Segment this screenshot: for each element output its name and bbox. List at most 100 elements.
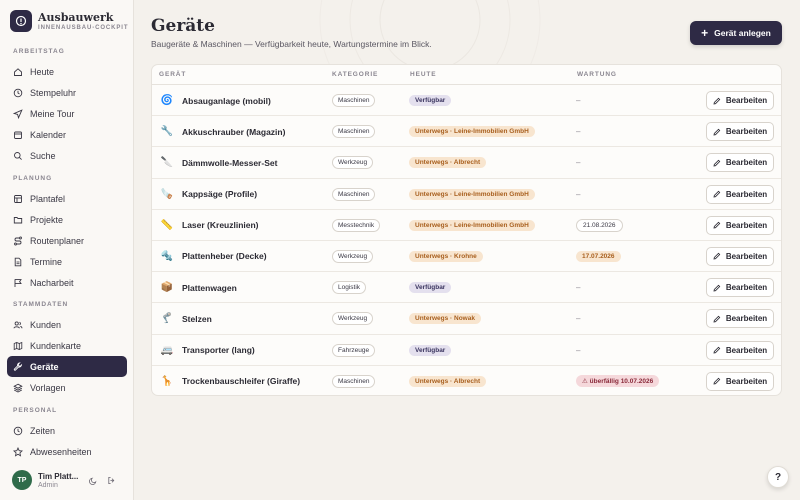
edit-button-label: Bearbeiten	[725, 189, 768, 199]
nav-section-personal: PERSONAL Zeiten Abwesenheiten	[0, 405, 134, 462]
table-row[interactable]: 🔧 Akkuschrauber (Magazin) Maschinen Unte…	[152, 116, 781, 148]
folder-icon	[13, 216, 23, 223]
table-row[interactable]: 📦 Plattenwagen Logistik Verfügbar – Bear…	[152, 272, 781, 304]
maintenance-value: –	[576, 189, 581, 199]
edit-button[interactable]: Bearbeiten	[706, 371, 774, 391]
sidebar-item-kundenkarte[interactable]: Kundenkarte	[7, 335, 127, 356]
edit-button[interactable]: Bearbeiten	[706, 340, 774, 360]
sidebar-item-stempeluhr[interactable]: Stempeluhr	[7, 82, 127, 103]
add-device-button[interactable]: + Gerät anlegen	[690, 21, 782, 45]
category-badge: Messtechnik	[332, 218, 381, 232]
board-icon	[14, 194, 22, 203]
device-icon: 🔪	[160, 157, 174, 169]
device-name: Plattenheber (Decke)	[182, 251, 267, 262]
edit-button[interactable]: Bearbeiten	[706, 246, 774, 266]
layers-icon	[13, 383, 23, 393]
star-icon	[13, 446, 23, 457]
devices-table: GERÄT KATEGORIE HEUTE WARTUNG 🌀 Absaugan…	[151, 64, 782, 396]
status-badge: Unterwegs · Leine-Immobilien GmbH	[409, 188, 535, 200]
sidebar-item-label: Suche	[30, 150, 56, 161]
device-name: Transporter (lang)	[182, 345, 255, 355]
search-icon	[14, 151, 22, 160]
maintenance-value: –	[576, 314, 581, 324]
users-icon	[13, 320, 23, 328]
sidebar-item-kunden[interactable]: Kunden	[7, 314, 127, 335]
device-icon: 🔩	[160, 250, 174, 262]
device-name: Laser (Kreuzlinien)	[182, 220, 259, 231]
table-row[interactable]: 🦿 Stelzen Werkzeug Unterwegs · Nowak – B…	[152, 303, 781, 335]
edit-button[interactable]: Bearbeiten	[706, 153, 774, 173]
status-badge: Unterwegs · Leine-Immobilien GmbH	[409, 126, 535, 138]
edit-button[interactable]: Bearbeiten	[706, 309, 774, 329]
edit-button[interactable]: Bearbeiten	[706, 91, 774, 110]
table-row[interactable]: 🔪 Dämmwolle-Messer-Set Werkzeug Unterweg…	[152, 147, 781, 179]
maintenance-date-badge: 17.07.2026	[576, 250, 621, 262]
device-icon: 📦	[160, 282, 174, 294]
sidebar-item-termine[interactable]: Termine	[7, 251, 127, 272]
sidebar-item-label: Geräte	[30, 361, 59, 372]
table-row[interactable]: 🚐 Transporter (lang) Fahrzeuge Verfügbar…	[152, 335, 781, 366]
column-header-maintenance[interactable]: WARTUNG	[577, 65, 617, 85]
pencil-icon	[713, 221, 721, 229]
edit-button[interactable]: Bearbeiten	[706, 278, 774, 298]
edit-button-label: Bearbeiten	[725, 345, 768, 355]
page-subtitle: Baugeräte & Maschinen — Verfügbarkeit he…	[151, 39, 432, 49]
moon-icon	[88, 477, 96, 485]
plus-icon: +	[701, 26, 709, 40]
map-icon	[13, 341, 23, 350]
sidebar-item-nacharbeit[interactable]: Nacharbeit	[7, 272, 127, 293]
maintenance-value: –	[576, 127, 581, 137]
table-row[interactable]: 📏 Laser (Kreuzlinien) Messtechnik Unterw…	[152, 210, 781, 241]
home-icon	[14, 67, 22, 76]
nav-heading: PERSONAL	[13, 407, 58, 414]
pencil-icon	[713, 346, 721, 354]
edit-button[interactable]: Bearbeiten	[706, 215, 774, 235]
edit-button[interactable]: Bearbeiten	[706, 122, 774, 142]
edit-button-label: Bearbeiten	[725, 314, 768, 324]
document-icon	[14, 257, 22, 266]
nav-heading: ARBEITSTAG	[13, 48, 65, 55]
table-row[interactable]: 🦒 Trockenbauschleifer (Giraffe) Maschine…	[152, 366, 781, 395]
device-name: Plattenwagen	[182, 282, 237, 293]
help-button[interactable]: ?	[767, 466, 789, 488]
table-header: GERÄT KATEGORIE HEUTE WARTUNG	[152, 65, 781, 85]
sidebar-item-vorlagen[interactable]: Vorlagen	[7, 377, 127, 398]
device-icon: 📏	[160, 219, 174, 231]
table-row[interactable]: 🌀 Absauganlage (mobil) Maschinen Verfügb…	[152, 85, 781, 117]
column-header-category[interactable]: KATEGORIE	[332, 65, 378, 85]
pencil-icon	[713, 159, 721, 167]
edit-button-label: Bearbeiten	[725, 96, 768, 105]
category-badge: Werkzeug	[332, 156, 374, 170]
sidebar-item-zeiten[interactable]: Zeiten	[7, 420, 127, 441]
maintenance-value: –	[576, 345, 581, 355]
sidebar-item-suche[interactable]: Suche	[7, 145, 127, 166]
brand-logo-icon	[10, 10, 32, 32]
pencil-icon	[713, 315, 721, 323]
avatar[interactable]: TP	[12, 470, 32, 490]
table-row[interactable]: 🔩 Plattenheber (Decke) Werkzeug Unterweg…	[152, 241, 781, 273]
table-row[interactable]: 🪚 Kappsäge (Profile) Maschinen Unterwegs…	[152, 179, 781, 210]
device-name: Dämmwolle-Messer-Set	[182, 157, 278, 168]
sidebar-item-geraete[interactable]: Geräte	[7, 356, 127, 377]
sidebar-item-abwesenheiten[interactable]: Abwesenheiten	[7, 441, 127, 462]
logout-button[interactable]	[104, 473, 118, 487]
edit-button[interactable]: Bearbeiten	[706, 184, 774, 204]
sidebar-item-meine-tour[interactable]: Meine Tour	[7, 103, 127, 124]
sidebar-item-projekte[interactable]: Projekte	[7, 209, 127, 230]
column-header-status[interactable]: HEUTE	[410, 65, 437, 85]
edit-button-label: Bearbeiten	[725, 251, 768, 261]
sidebar-item-routenplaner[interactable]: Routenplaner	[7, 230, 127, 251]
sidebar-item-label: Termine	[30, 256, 63, 267]
theme-toggle-button[interactable]	[86, 473, 100, 487]
sidebar-item-kalender[interactable]: Kalender	[7, 124, 127, 145]
pencil-icon	[713, 253, 721, 260]
edit-button-label: Bearbeiten	[725, 220, 768, 230]
brand[interactable]: Ausbauwerk INNENAUSBAU-COCKPIT	[10, 10, 128, 32]
sidebar-item-plantafel[interactable]: Plantafel	[7, 188, 127, 209]
status-badge: Unterwegs · Albrecht	[409, 375, 487, 387]
status-badge: Unterwegs · Krohne	[409, 250, 483, 262]
sidebar-item-heute[interactable]: Heute	[7, 61, 127, 82]
device-name: Absauganlage (mobil)	[182, 95, 271, 106]
column-header-name[interactable]: GERÄT	[159, 65, 186, 85]
user-box: TP Tim Platt... Admin	[12, 470, 118, 490]
